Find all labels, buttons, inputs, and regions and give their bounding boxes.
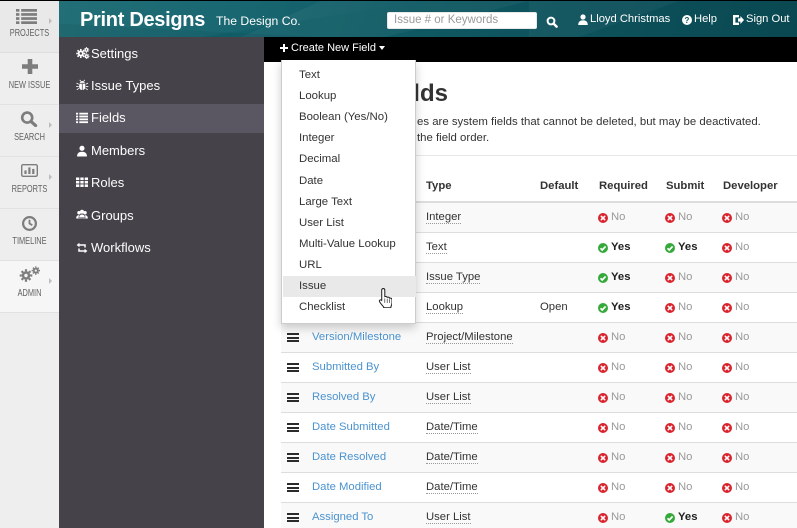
svg-text:?: ? bbox=[685, 16, 690, 25]
